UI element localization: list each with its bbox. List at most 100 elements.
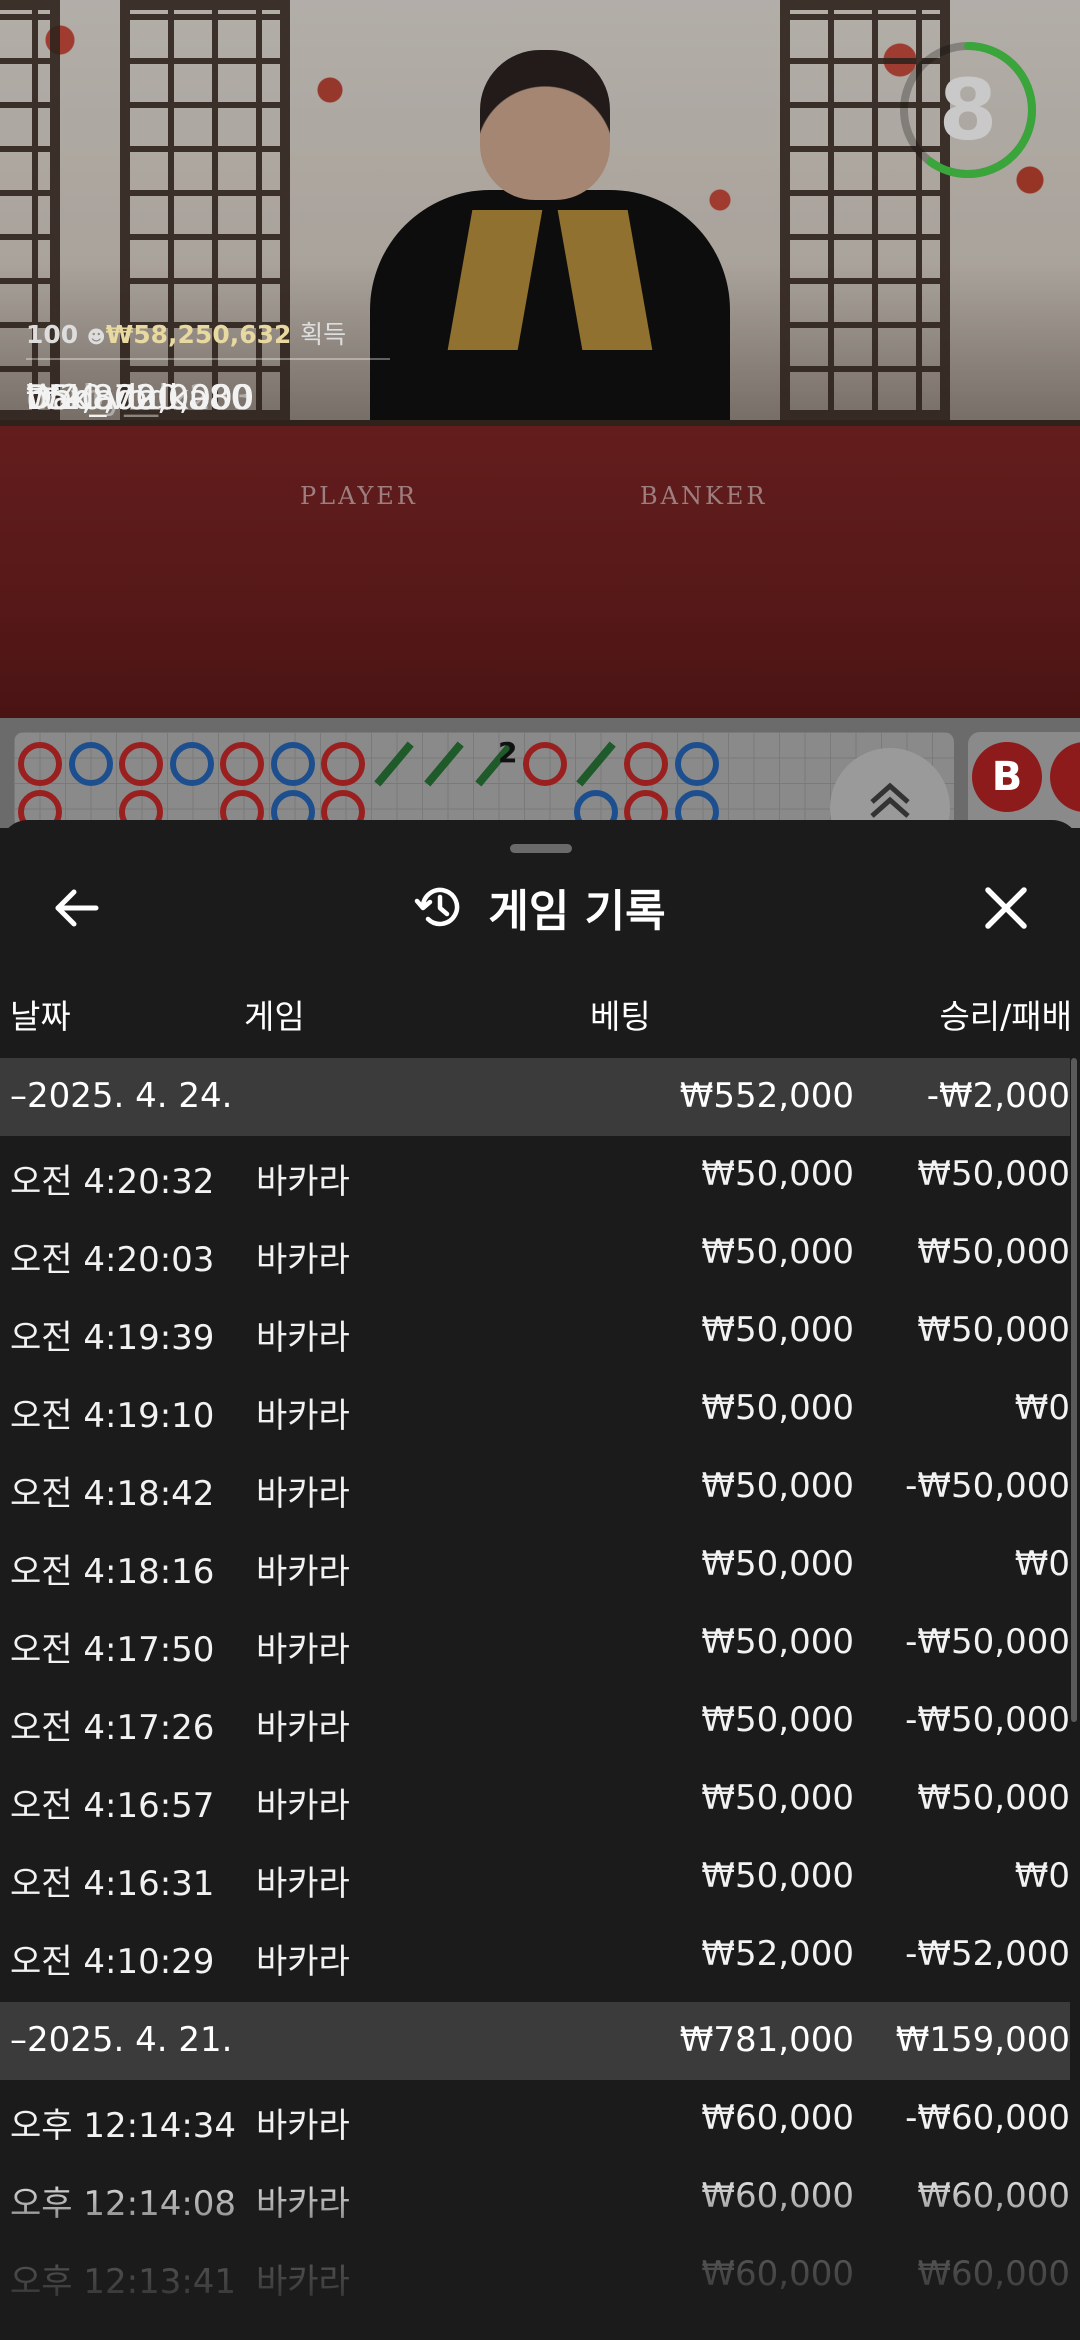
player-bead — [68, 742, 113, 786]
row-result: ₩50,000 — [917, 1310, 1070, 1350]
row-bet: ₩50,000 — [701, 1232, 854, 1272]
row-bet: ₩50,000 — [701, 1544, 854, 1584]
row-time: 오전 4:16:57 — [10, 1786, 215, 1826]
history-icon — [415, 887, 460, 927]
sheet-drag-handle[interactable] — [510, 844, 572, 853]
history-row[interactable]: 오전 4:18:16 바카라 ₩50,000 ₩0 — [0, 1526, 1070, 1604]
column-result: 승리/패배 — [939, 997, 1072, 1036]
column-bet: 베팅 — [590, 997, 651, 1036]
column-game: 게임 — [244, 997, 305, 1036]
row-bet: ₩50,000 — [701, 1856, 854, 1896]
row-result: ₩0 — [1014, 1856, 1070, 1896]
row-game: 바카라 — [256, 1162, 350, 1202]
row-game: 바카라 — [256, 1786, 350, 1826]
sheet-title: 게임 기록 — [488, 886, 666, 937]
history-row[interactable]: 오전 4:20:03 바카라 ₩50,000 ₩50,000 — [0, 1214, 1070, 1292]
group-date: –2025. 4. 24. — [10, 1076, 233, 1116]
row-game: 바카라 — [256, 1318, 350, 1358]
history-row[interactable]: 오전 4:16:31 바카라 ₩50,000 ₩0 — [0, 1838, 1070, 1916]
row-time: 오전 4:19:10 — [10, 1396, 215, 1436]
countdown-number: 8 — [938, 61, 998, 159]
tie-mark — [373, 741, 414, 787]
row-bet: ₩50,000 — [701, 1310, 854, 1350]
history-row[interactable]: 오전 4:19:39 바카라 ₩50,000 ₩50,000 — [0, 1292, 1070, 1370]
row-game: 바카라 — [256, 1240, 350, 1280]
history-row[interactable]: 오전 4:20:32 바카라 ₩50,000 ₩50,000 — [0, 1136, 1070, 1214]
group-total-bet: ₩552,000 — [679, 1076, 854, 1116]
row-result: -₩52,000 — [905, 1934, 1070, 1974]
row-game: 바카라 — [256, 1552, 350, 1592]
row-result: -₩50,000 — [905, 1466, 1070, 1506]
row-result: ₩50,000 — [917, 1232, 1070, 1272]
row-bet: ₩52,000 — [701, 1934, 854, 1974]
row-result: -₩60,000 — [905, 2098, 1070, 2138]
row-result: -₩50,000 — [905, 1700, 1070, 1740]
row-time: 오전 4:20:32 — [10, 1162, 215, 1202]
winner-name: derby__l2233 — [26, 378, 255, 418]
row-bet: ₩50,000 — [701, 1700, 854, 1740]
date-group-header[interactable]: –2025. 4. 21. ₩781,000 ₩159,000 — [0, 2002, 1070, 2080]
winners-summary: 100 ☻₩58,250,632 획득 — [26, 316, 390, 356]
row-game: 바카라 — [256, 1630, 350, 1670]
row-result: ₩50,000 — [917, 1778, 1070, 1818]
history-row[interactable]: 오전 4:19:10 바카라 ₩50,000 ₩0 — [0, 1370, 1070, 1448]
row-bet: ₩50,000 — [701, 1154, 854, 1194]
banker-bead — [119, 742, 163, 786]
row-time: 오전 4:19:39 — [10, 1318, 215, 1358]
row-result: ₩0 — [1014, 1388, 1070, 1428]
history-row[interactable]: 오전 4:17:50 바카라 ₩50,000 -₩50,000 — [0, 1604, 1070, 1682]
group-total-result: -₩2,000 — [926, 1076, 1070, 1116]
row-result: -₩50,000 — [905, 1622, 1070, 1662]
row-time: 오전 4:18:42 — [10, 1474, 215, 1514]
row-time: 오전 4:16:31 — [10, 1864, 215, 1904]
row-game: 바카라 — [256, 1396, 350, 1436]
row-game: 바카라 — [256, 1864, 350, 1904]
winners-total: ₩58,250,632 — [105, 320, 292, 349]
row-time: 오전 4:20:03 — [10, 1240, 215, 1280]
row-bet: ₩50,000 — [701, 1778, 854, 1818]
row-bet: ₩50,000 — [701, 1466, 854, 1506]
close-icon — [985, 887, 1027, 929]
row-game: 바카라 — [256, 2106, 350, 2146]
tie-mark — [575, 741, 616, 787]
person-icon: ☻ — [86, 327, 106, 348]
scrollbar[interactable] — [1071, 1058, 1077, 1722]
row-result: ₩0 — [1014, 1544, 1070, 1584]
history-row[interactable]: 오후 12:14:34 바카라 ₩60,000 -₩60,000 — [0, 2080, 1070, 2158]
tie-mark — [424, 741, 464, 787]
row-time: 오전 4:17:26 — [10, 1708, 215, 1748]
row-time: 오전 4:18:16 — [10, 1552, 215, 1592]
winner-count: 100 — [26, 320, 79, 349]
history-row[interactable]: 오전 4:16:57 바카라 ₩50,000 ₩50,000 — [0, 1760, 1070, 1838]
row-bet: ₩50,000 — [701, 1388, 854, 1428]
history-row[interactable]: 오전 4:18:42 바카라 ₩50,000 -₩50,000 — [0, 1448, 1070, 1526]
history-row[interactable]: 오전 4:10:29 바카라 ₩52,000 -₩52,000 — [0, 1916, 1070, 1994]
row-bet: ₩50,000 — [701, 1622, 854, 1662]
row-game: 바카라 — [256, 1474, 350, 1514]
row-time: 오전 4:17:50 — [10, 1630, 215, 1670]
list-fade — [0, 2170, 1080, 2340]
road-number-marker: 2 — [498, 736, 518, 769]
group-total-result: ₩159,000 — [895, 2020, 1070, 2060]
banker-bead — [523, 742, 567, 786]
player-bead — [270, 742, 315, 786]
table-header: 날짜 게임 베팅 승리/패배 — [0, 990, 1080, 1040]
column-date: 날짜 — [10, 997, 71, 1036]
group-total-bet: ₩781,000 — [679, 2020, 854, 2060]
banker-badge[interactable]: B — [972, 742, 1042, 812]
banker-bead — [321, 742, 365, 786]
history-row[interactable]: 오전 4:17:26 바카라 ₩50,000 -₩50,000 — [0, 1682, 1070, 1760]
player-bead — [169, 742, 214, 786]
row-bet: ₩60,000 — [701, 2098, 854, 2138]
banker-bead — [220, 742, 264, 786]
row-game: 바카라 — [256, 1708, 350, 1748]
date-group-header[interactable]: –2025. 4. 24. ₩552,000 -₩2,000 — [0, 1058, 1070, 1136]
bead-road[interactable]: 2 — [14, 732, 954, 834]
close-button[interactable] — [978, 880, 1034, 936]
live-video: PLAYER BANKER 8 100 ☻₩58,250,632 획득 ₩40,… — [0, 0, 1080, 718]
row-game: 바카라 — [256, 1942, 350, 1982]
row-time: 오후 12:14:34 — [10, 2106, 237, 2146]
winners-total-label: 획득 — [300, 320, 347, 349]
banker-bead — [624, 742, 668, 786]
sheet-header: 게임 기록 — [0, 872, 1080, 942]
